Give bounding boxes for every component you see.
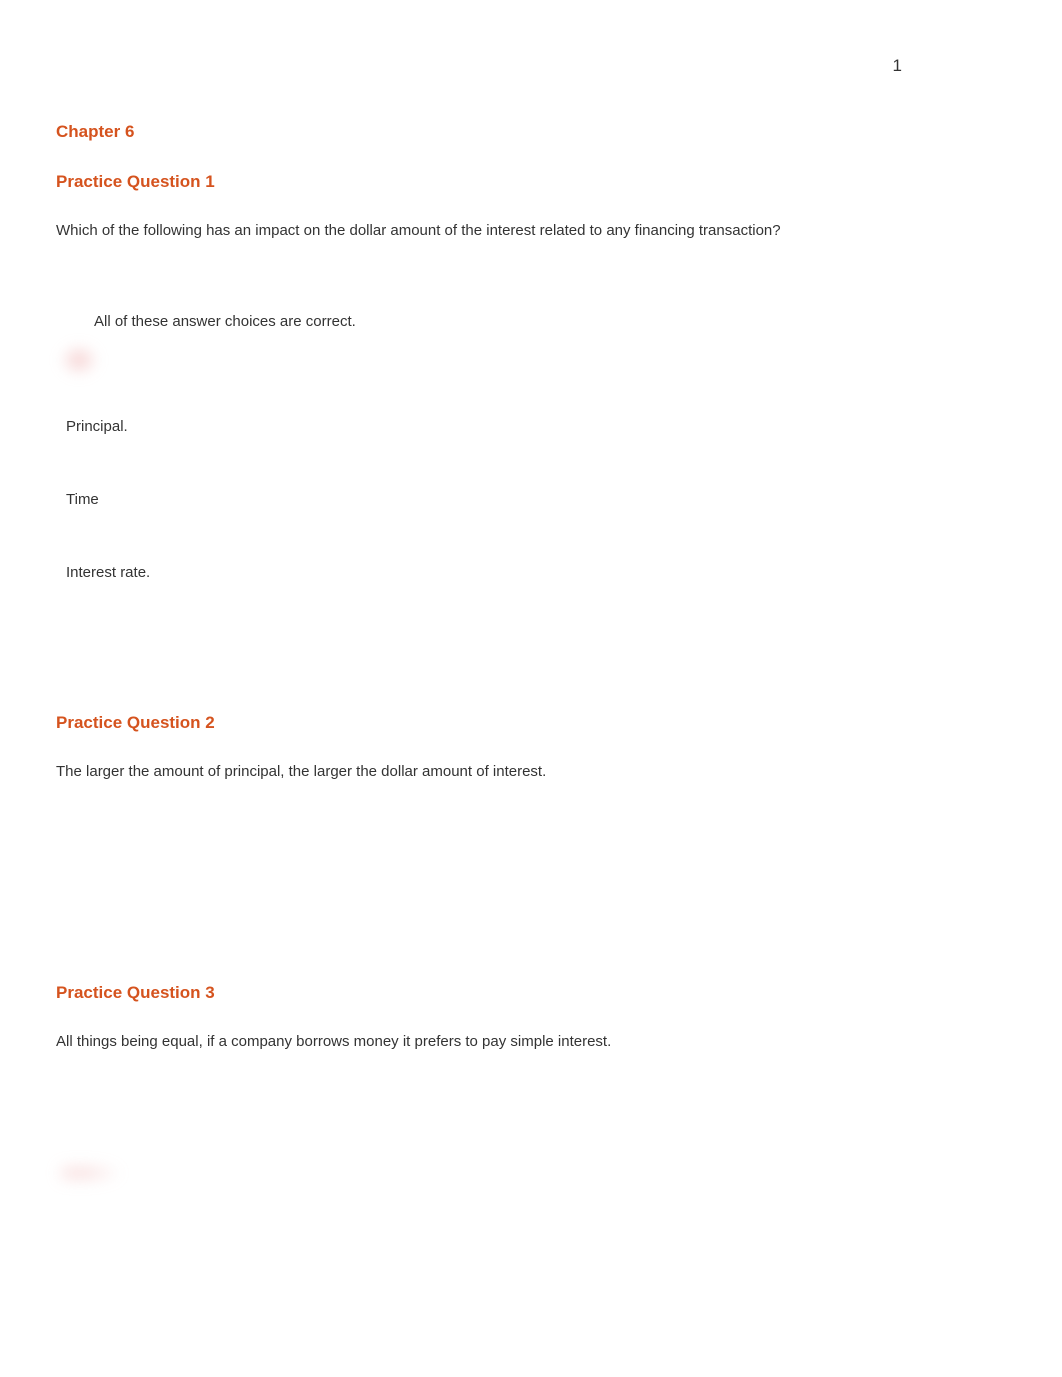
answer-option: All of these answer choices are correct. bbox=[94, 311, 1006, 332]
question-3-text: All things being equal, if a company bor… bbox=[56, 1031, 1006, 1054]
blurred-region bbox=[60, 344, 98, 376]
question-1-block: Practice Question 1 Which of the followi… bbox=[56, 172, 1006, 583]
chapter-title: Chapter 6 bbox=[56, 122, 1006, 142]
question-3-title: Practice Question 3 bbox=[56, 983, 1006, 1003]
answer-option: Time bbox=[66, 489, 1006, 510]
question-3-block: Practice Question 3 All things being equ… bbox=[56, 983, 1006, 1054]
question-2-block: Practice Question 2 The larger the amoun… bbox=[56, 713, 1006, 784]
question-2-title: Practice Question 2 bbox=[56, 713, 1006, 733]
question-1-text: Which of the following has an impact on … bbox=[56, 220, 1006, 243]
answer-option: Interest rate. bbox=[66, 562, 1006, 583]
blurred-region bbox=[60, 1159, 140, 1187]
page-number: 1 bbox=[893, 56, 902, 76]
document-content: Chapter 6 Practice Question 1 Which of t… bbox=[0, 0, 1062, 1054]
question-2-text: The larger the amount of principal, the … bbox=[56, 761, 1006, 784]
question-1-title: Practice Question 1 bbox=[56, 172, 1006, 192]
question-1-answers: All of these answer choices are correct.… bbox=[56, 311, 1006, 583]
answer-option: Principal. bbox=[66, 416, 1006, 437]
